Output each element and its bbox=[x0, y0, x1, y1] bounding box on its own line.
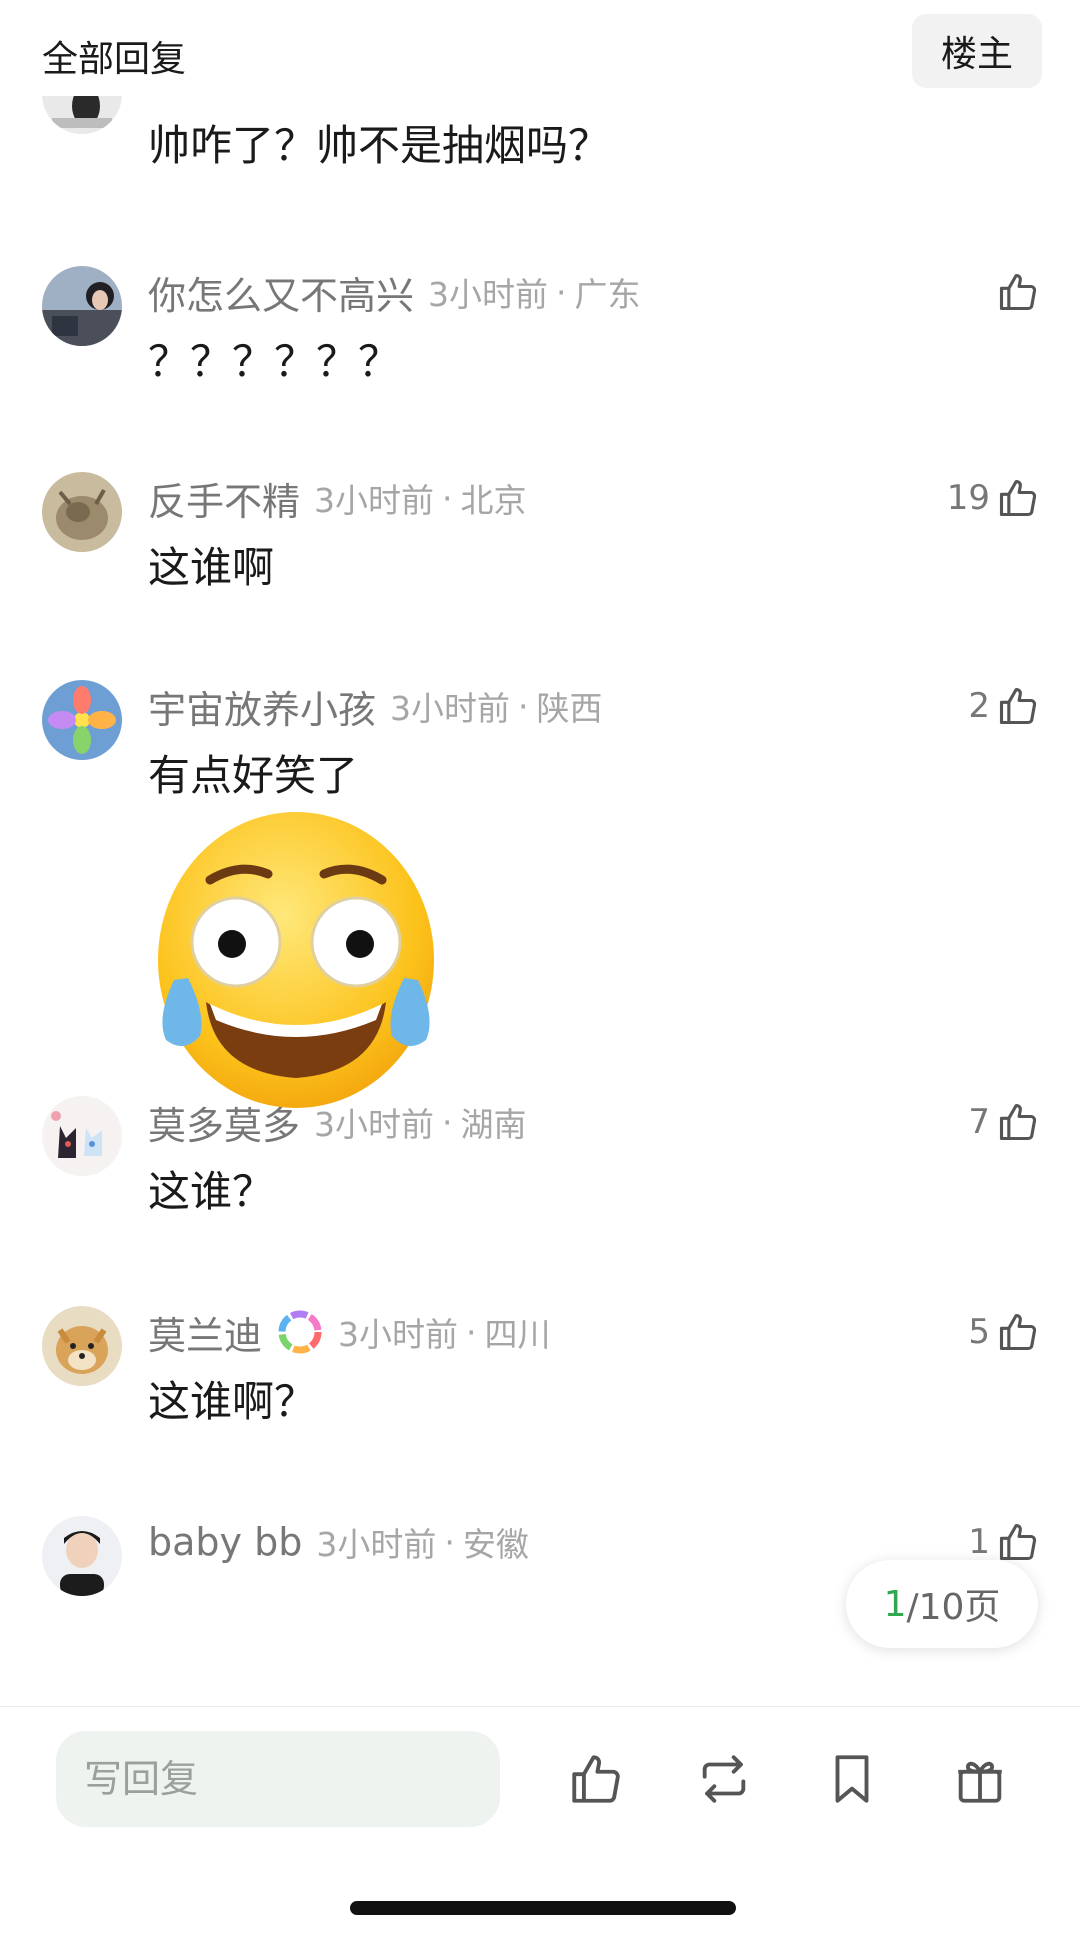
page-total: /10页 bbox=[906, 1587, 1001, 1628]
thumbs-up-icon bbox=[999, 1523, 1037, 1561]
comment-meta: baby bb 3小时前 · 安徽 bbox=[148, 1516, 529, 1568]
separator-dot: · bbox=[518, 686, 529, 726]
rainbow-ring-badge bbox=[278, 1310, 322, 1354]
comment-text: 这谁？ bbox=[148, 1167, 275, 1216]
comment-text: 帅咋了？帅不是抽烟吗？ bbox=[148, 121, 611, 170]
comment-meta: 宇宙放养小孩 3小时前 · 陕西 bbox=[148, 680, 603, 732]
username[interactable]: 你怎么又不高兴 bbox=[148, 265, 414, 320]
separator-dot: · bbox=[466, 1312, 477, 1352]
avatar[interactable] bbox=[42, 266, 122, 346]
username[interactable]: 宇宙放养小孩 bbox=[148, 679, 376, 734]
comment-location: 湖南 bbox=[460, 1105, 527, 1144]
comment-time: 3小时前 bbox=[314, 481, 435, 520]
avatar[interactable] bbox=[42, 1306, 122, 1386]
thumbs-up-icon bbox=[999, 479, 1037, 517]
comment-time: 3小时前 bbox=[338, 1315, 459, 1354]
page-title: 全部回复 bbox=[42, 39, 187, 80]
username[interactable]: baby bb bbox=[148, 1520, 302, 1564]
comment-text: 这谁啊？ bbox=[148, 1377, 317, 1426]
avatar[interactable] bbox=[42, 1096, 122, 1176]
repost-button[interactable] bbox=[694, 1749, 754, 1809]
like-button[interactable]: 19 bbox=[947, 472, 1040, 524]
comment-meta: 莫兰迪 3小时前 · 四川 bbox=[148, 1306, 551, 1358]
avatar[interactable] bbox=[42, 1516, 122, 1596]
like-post-button[interactable] bbox=[566, 1749, 626, 1809]
thumbs-up-icon bbox=[999, 687, 1037, 725]
like-count: 7 bbox=[968, 1102, 990, 1142]
avatar[interactable] bbox=[42, 472, 122, 552]
comment-list: 帅咋了？帅不是抽烟吗？ 你怎么又不高兴 3小时前 · 广东 ？？？？？？ 反手不… bbox=[0, 96, 1080, 1706]
comment-time: 3小时前 bbox=[314, 1105, 435, 1144]
bookmark-icon bbox=[835, 1755, 869, 1803]
comment-text: 有点好笑了 bbox=[148, 751, 359, 800]
thumbs-up-icon bbox=[999, 273, 1037, 311]
comment-text: 这谁啊 bbox=[148, 543, 275, 592]
comment-location: 北京 bbox=[460, 481, 527, 520]
thumbs-up-icon bbox=[999, 1313, 1037, 1351]
bottom-action-bar bbox=[0, 1706, 1080, 1934]
comment-meta: 莫多莫多 3小时前 · 湖南 bbox=[148, 1096, 527, 1148]
comment-time: 3小时前 bbox=[316, 1525, 437, 1564]
like-count: 5 bbox=[968, 1312, 990, 1352]
gift-button[interactable] bbox=[950, 1749, 1010, 1809]
separator-dot: · bbox=[444, 1522, 455, 1562]
page-current: 1 bbox=[883, 1583, 907, 1625]
page-indicator[interactable]: 1 /10页 bbox=[846, 1560, 1038, 1648]
username[interactable]: 莫多莫多 bbox=[148, 1095, 300, 1150]
bookmark-button[interactable] bbox=[822, 1749, 882, 1809]
like-count: 1 bbox=[968, 1522, 990, 1562]
separator-dot: · bbox=[442, 1102, 453, 1142]
repost-icon bbox=[702, 1755, 746, 1803]
like-button[interactable] bbox=[990, 266, 1040, 318]
comment-time: 3小时前 bbox=[428, 275, 549, 314]
separator-dot: · bbox=[556, 272, 567, 312]
laughing-crying-face-sticker[interactable] bbox=[148, 810, 444, 1110]
header-bar: 全部回复 楼主 bbox=[0, 0, 1080, 108]
comment-location: 安徽 bbox=[462, 1525, 529, 1564]
like-count: 19 bbox=[946, 478, 990, 518]
comment-location: 陕西 bbox=[536, 689, 603, 728]
home-indicator[interactable] bbox=[350, 1901, 736, 1915]
avatar[interactable] bbox=[42, 680, 122, 760]
thumbs-up-icon bbox=[572, 1755, 620, 1803]
comment-location: 广东 bbox=[574, 275, 641, 314]
like-button[interactable]: 5 bbox=[968, 1306, 1040, 1358]
gift-icon bbox=[958, 1761, 1002, 1803]
separator-dot: · bbox=[442, 478, 453, 518]
comment-time: 3小时前 bbox=[390, 689, 511, 728]
op-filter-button[interactable]: 楼主 bbox=[912, 14, 1042, 88]
like-button[interactable]: 7 bbox=[968, 1096, 1040, 1148]
like-button[interactable]: 2 bbox=[968, 680, 1040, 732]
username[interactable]: 莫兰迪 bbox=[148, 1305, 262, 1360]
thumbs-up-icon bbox=[999, 1103, 1037, 1141]
avatar[interactable] bbox=[42, 96, 122, 134]
comment-meta: 你怎么又不高兴 3小时前 · 广东 bbox=[148, 266, 641, 318]
comment-location: 四川 bbox=[484, 1315, 551, 1354]
comment-meta: 反手不精 3小时前 · 北京 bbox=[148, 472, 527, 524]
reply-input[interactable] bbox=[56, 1731, 500, 1827]
comment-text: ？？？？？？ bbox=[148, 337, 401, 386]
like-count: 2 bbox=[968, 686, 990, 726]
username[interactable]: 反手不精 bbox=[148, 471, 300, 526]
